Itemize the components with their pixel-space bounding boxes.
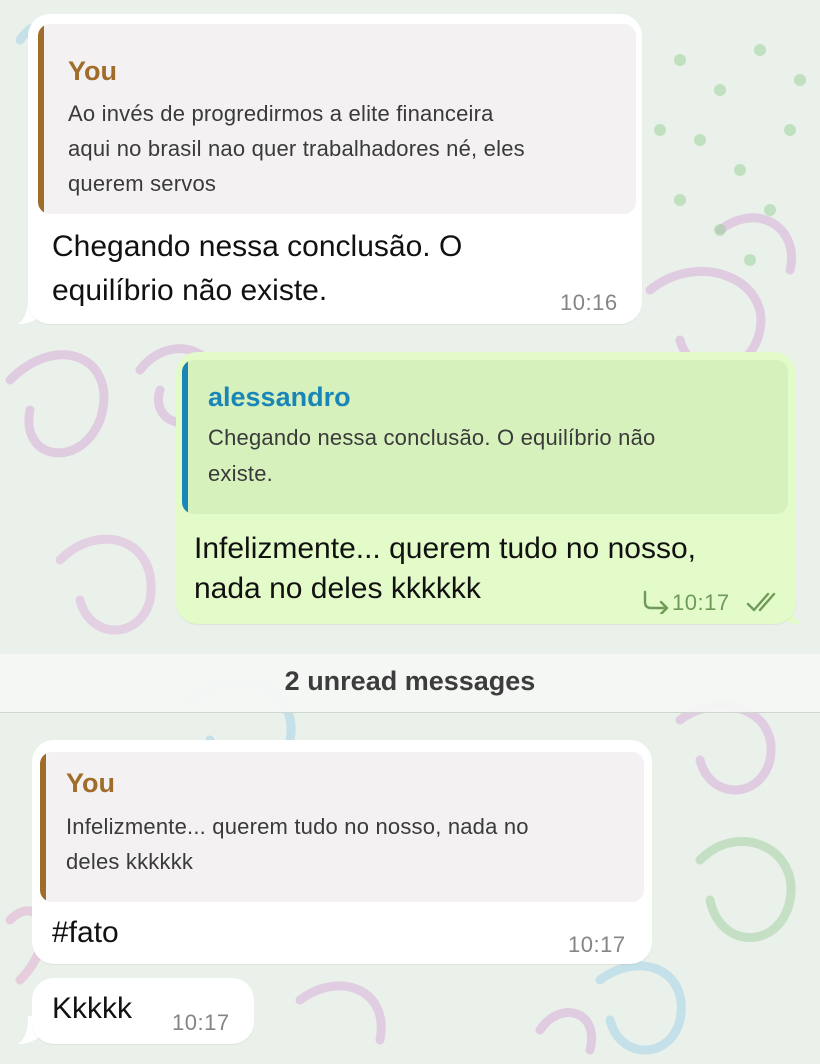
- unread-divider-label: 2 unread messages: [284, 666, 536, 696]
- reply-accent-bar: [38, 24, 44, 214]
- message-bubble[interactable]: Kkkkk 10:17: [32, 978, 254, 1044]
- reply-text-line: existe.: [208, 461, 273, 486]
- reply-preview[interactable]: You Infelizmente... querem tudo no nosso…: [40, 752, 644, 902]
- message-text-line: Chegando nessa conclusão. O: [52, 230, 463, 263]
- reply-text-line: aqui no brasil nao quer trabalhadores né…: [68, 136, 525, 161]
- reply-preview[interactable]: You Ao invés de progredirmos a elite fin…: [38, 24, 636, 214]
- reply-text-line: Chegando nessa conclusão. O equilíbrio n…: [208, 425, 656, 450]
- reply-accent-bar: [182, 360, 188, 514]
- reply-author: You: [68, 56, 117, 86]
- message-time: 10:17: [568, 932, 626, 957]
- reply-accent-bar: [40, 752, 46, 902]
- reply-preview[interactable]: alessandro Chegando nessa conclusão. O e…: [182, 360, 788, 514]
- unread-divider: 2 unread messages: [0, 654, 820, 713]
- message-text-line: nada no deles kkkkkk: [194, 572, 481, 605]
- reply-author: alessandro: [208, 382, 351, 412]
- forward-icon: [643, 590, 669, 614]
- message-bubble[interactable]: alessandro Chegando nessa conclusão. O e…: [176, 352, 796, 624]
- double-check-icon: [746, 592, 776, 612]
- message-text-line: #fato: [52, 916, 119, 949]
- message-time: 10:16: [560, 290, 618, 315]
- reply-author: You: [66, 768, 115, 798]
- reply-text-line: querem servos: [68, 171, 217, 196]
- reply-text-line: deles kkkkkk: [66, 849, 194, 874]
- message-bubble[interactable]: You Ao invés de progredirmos a elite fin…: [28, 14, 642, 324]
- message-text-line: Kkkkk: [52, 992, 133, 1025]
- message-time: 10:17: [172, 1010, 230, 1035]
- reply-text-line: Ao invés de progredirmos a elite finance…: [68, 101, 494, 126]
- message-bubble[interactable]: You Infelizmente... querem tudo no nosso…: [32, 740, 652, 964]
- message-text-line: equilíbrio não existe.: [52, 274, 328, 307]
- reply-text-line: Infelizmente... querem tudo no nosso, na…: [66, 814, 529, 839]
- message-time: 10:17: [672, 590, 730, 615]
